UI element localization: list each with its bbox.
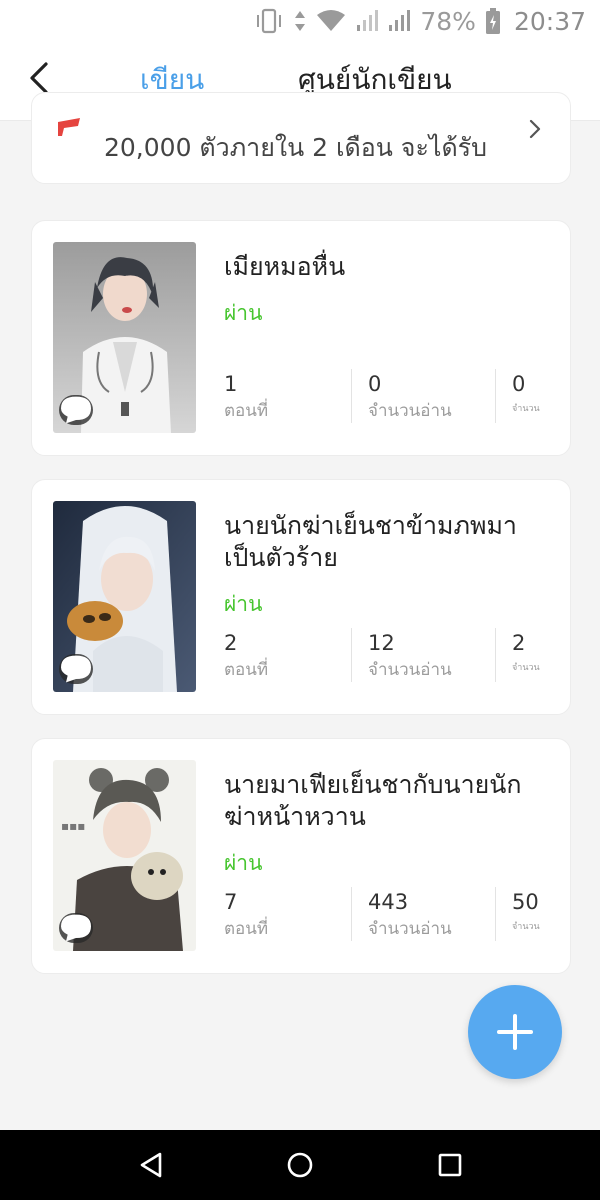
stat-divider: [351, 628, 352, 682]
story-cover-image: [53, 242, 196, 433]
comment-icon: [59, 395, 93, 425]
data-arrows-icon: [295, 11, 306, 31]
red-flag-icon: [58, 118, 80, 136]
chevron-right-icon[interactable]: [526, 118, 544, 140]
status-bar: 78% 20:37: [0, 0, 600, 42]
clock: 20:37: [513, 6, 586, 36]
stat-episodes: 7 ตอนที่: [224, 889, 268, 941]
add-story-button[interactable]: [468, 985, 562, 1079]
stat-value: 7: [224, 890, 238, 914]
stat-value: 12: [368, 631, 395, 655]
comment-icon: [59, 913, 93, 943]
comment-icon: [59, 654, 93, 684]
story-title: เมียหมอหื่น: [224, 252, 346, 281]
story-card[interactable]: ▪▪▪ นายมาเฟียเย็นชากับนายนักฆ่าหน้าหวาน …: [31, 738, 571, 974]
stat-label: จำนวน: [512, 404, 540, 414]
story-card[interactable]: เมียหมอหื่น ผ่าน 1 ตอนที่ 0 จำนวนอ่าน 0 …: [31, 220, 571, 456]
home-circle-icon[interactable]: [285, 1150, 315, 1180]
stat-divider: [351, 369, 352, 423]
system-nav-bar: [0, 1130, 600, 1200]
stat-divider: [495, 369, 496, 423]
stat-count: 50 จำนวน: [512, 889, 540, 933]
story-status: ผ่าน: [224, 851, 263, 875]
stat-value: 1: [224, 372, 238, 396]
stat-episodes: 2 ตอนที่: [224, 630, 268, 682]
wifi-icon: [317, 10, 346, 31]
signal-icon: [357, 10, 379, 31]
battery-percent: 78%: [420, 6, 476, 36]
stat-value: 50: [512, 890, 539, 914]
stat-value: 2: [224, 631, 238, 655]
story-title: นายมาเฟียเย็นชากับนายนักฆ่าหน้าหวาน: [224, 770, 522, 831]
story-status: ผ่าน: [224, 592, 263, 616]
stat-label: จำนวนอ่าน: [368, 660, 452, 680]
status-icons: 78% 20:37: [254, 6, 586, 36]
stat-label: ตอนที่: [224, 660, 269, 680]
recents-square-icon[interactable]: [435, 1150, 465, 1180]
stat-value: 0: [368, 372, 382, 396]
svg-text:▪▪▪: ▪▪▪: [61, 819, 85, 833]
stat-label: จำนวน: [512, 663, 540, 673]
signal-icon: [389, 10, 411, 31]
stat-label: จำนวน: [512, 922, 540, 932]
stat-divider: [495, 628, 496, 682]
back-triangle-icon[interactable]: [136, 1150, 166, 1180]
story-cover-image: [53, 501, 196, 692]
stat-reads: 443 จำนวนอ่าน: [368, 889, 452, 941]
stat-label: ตอนที่: [224, 401, 269, 421]
story-title: นายนักฆ่าเย็นชาข้ามภพมาเป็นตัวร้าย: [224, 511, 517, 572]
stat-value: 2: [512, 631, 526, 655]
stat-episodes: 1 ตอนที่: [224, 371, 268, 423]
stat-divider: [495, 887, 496, 941]
banner-text: 20,000 ตัวภายใน 2 เดือน จะได้รับ: [104, 133, 487, 162]
stat-divider: [351, 887, 352, 941]
plus-icon: [497, 1014, 533, 1050]
stat-label: จำนวนอ่าน: [368, 919, 452, 939]
stat-value: 0: [512, 372, 526, 396]
stat-count: 2 จำนวน: [512, 630, 540, 674]
battery-charging-icon: [485, 8, 500, 34]
vibrate-icon: [257, 8, 282, 34]
stat-count: 0 จำนวน: [512, 371, 540, 415]
stat-label: ตอนที่: [224, 919, 269, 939]
stat-value: 443: [368, 890, 409, 914]
stat-reads: 12 จำนวนอ่าน: [368, 630, 452, 682]
story-cover-image: ▪▪▪: [53, 760, 196, 951]
story-card[interactable]: นายนักฆ่าเย็นชาข้ามภพมาเป็นตัวร้าย ผ่าน …: [31, 479, 571, 715]
stat-reads: 0 จำนวนอ่าน: [368, 371, 452, 423]
story-status: ผ่าน: [224, 301, 263, 325]
stat-label: จำนวนอ่าน: [368, 401, 452, 421]
